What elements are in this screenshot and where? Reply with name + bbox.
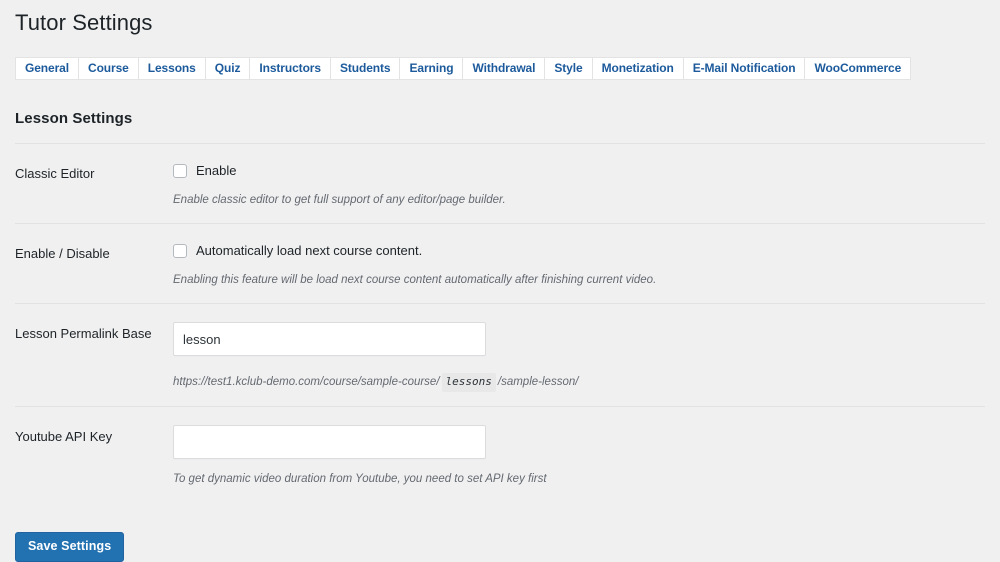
tab-style[interactable]: Style: [544, 56, 592, 80]
tab-quiz[interactable]: Quiz: [204, 56, 250, 80]
tab-students[interactable]: Students: [329, 56, 400, 80]
permalink-hint-prefix: https://test1.kclub-demo.com/course/samp…: [173, 376, 440, 389]
enable-disable-check-line: Automatically load next course content.: [173, 242, 985, 260]
lesson-permalink-base-input[interactable]: [173, 322, 486, 357]
tab-general[interactable]: General: [15, 56, 78, 80]
settings-tab-bar: General Course Lessons Quiz Instructors …: [15, 56, 985, 80]
enable-disable-description: Enabling this feature will be load next …: [173, 274, 657, 287]
classic-editor-checkbox-label[interactable]: Enable: [196, 162, 236, 180]
tab-course[interactable]: Course: [78, 56, 138, 80]
setting-field-classic-editor: Enable Enable classic editor to get full…: [173, 162, 985, 209]
setting-label-lesson-permalink: Lesson Permalink Base: [15, 326, 152, 342]
youtube-api-key-input[interactable]: [173, 424, 486, 459]
autoload-next-content-label[interactable]: Automatically load next course content.: [196, 242, 422, 260]
setting-row-lesson-permalink: Lesson Permalink Base https://test1.kclu…: [15, 303, 985, 406]
setting-field-lesson-permalink: https://test1.kclub-demo.com/course/samp…: [173, 322, 985, 392]
page-title: Tutor Settings: [15, 10, 153, 35]
permalink-hint-code: lessons: [441, 373, 496, 392]
save-settings-wrap: Save Settings: [15, 532, 985, 562]
setting-row-youtube-api-key: Youtube API Key To get dynamic video dur…: [15, 405, 985, 502]
permalink-hint-suffix: /sample-lesson/: [497, 376, 579, 389]
tab-withdrawal[interactable]: Withdrawal: [462, 56, 545, 80]
setting-label-classic-editor: Classic Editor: [15, 165, 95, 181]
setting-row-enable-disable: Enable / Disable Automatically load next…: [15, 223, 985, 303]
classic-editor-checkbox[interactable]: [173, 163, 187, 178]
tab-email-notification[interactable]: E-Mail Notification: [682, 56, 805, 80]
setting-field-youtube-api-key: To get dynamic video duration from Youtu…: [173, 424, 985, 488]
settings-page: Tutor Settings General Course Lessons Qu…: [0, 0, 1000, 562]
save-settings-button[interactable]: Save Settings: [15, 532, 125, 562]
lesson-permalink-hint: https://test1.kclub-demo.com/course/samp…: [173, 373, 985, 392]
settings-table: Classic Editor Enable Enable classic edi…: [15, 142, 985, 503]
setting-row-classic-editor: Classic Editor Enable Enable classic edi…: [15, 142, 985, 223]
setting-field-enable-disable: Automatically load next course content. …: [173, 242, 985, 289]
setting-label-enable-disable: Enable / Disable: [15, 246, 110, 262]
classic-editor-check-line: Enable: [173, 162, 985, 180]
tab-monetization[interactable]: Monetization: [591, 56, 683, 80]
autoload-next-content-checkbox[interactable]: [173, 244, 187, 259]
tab-earning[interactable]: Earning: [399, 56, 463, 80]
classic-editor-description: Enable classic editor to get full suppor…: [173, 193, 506, 206]
section-heading: Lesson Settings: [15, 109, 133, 127]
tab-instructors[interactable]: Instructors: [249, 56, 330, 80]
setting-label-youtube-api-key: Youtube API Key: [15, 428, 113, 444]
tab-lessons[interactable]: Lessons: [137, 56, 205, 80]
youtube-api-key-description: To get dynamic video duration from Youtu…: [173, 472, 547, 485]
tab-woocommerce[interactable]: WooCommerce: [804, 56, 912, 80]
